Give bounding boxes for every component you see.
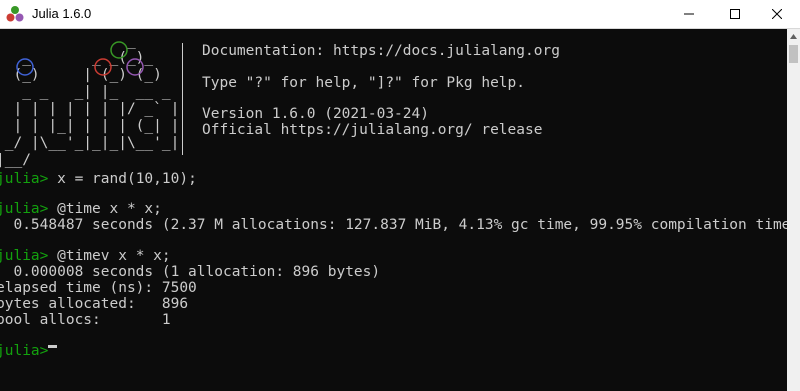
command-output: bytes allocated: 896 [0, 296, 189, 312]
julia-logo-icon [6, 6, 24, 22]
text-cursor [48, 345, 57, 348]
command-output: 0.000008 seconds (1 allocation: 896 byte… [0, 264, 381, 280]
repl-line: julia> @timev x * x; [0, 248, 171, 265]
command-output: elapsed time (ns): 7500 [0, 280, 197, 296]
logo-dots [16, 41, 144, 76]
logo-dot-green [110, 41, 128, 59]
repl-line: julia> [0, 343, 48, 360]
scroll-up-button[interactable] [787, 29, 800, 43]
command-output: pool allocs: 1 [0, 312, 171, 328]
window-titlebar: Julia 1.6.0 [0, 0, 800, 29]
help-line: Type "?" for help, "]?" for Pkg help. [202, 75, 526, 91]
maximize-icon [730, 9, 740, 19]
chevron-up-icon [790, 33, 797, 39]
scroll-thumb[interactable] [789, 45, 798, 63]
command-input: @timev x * x; [48, 248, 171, 264]
logo-art-line: | | | | | | |/ _` | [0, 101, 180, 117]
maximize-button[interactable] [712, 0, 758, 28]
release-line: Official https://julialang.org/ release [202, 122, 543, 138]
julia-prompt: julia> [0, 171, 49, 187]
command-output: 0.548487 seconds (2.37 M allocations: 12… [0, 217, 787, 233]
logo-dot-blue [16, 58, 34, 76]
documentation-line: Documentation: https://docs.julialang.or… [202, 43, 560, 59]
julia-prompt: julia> [0, 343, 49, 359]
command-input: x = rand(10,10); [48, 171, 197, 187]
terminal-console[interactable]: _ _ _ _(_)_ (_) | (_) (_) _ _ _| |_ __ _… [0, 29, 787, 391]
repl-line: julia> @time x * x; [0, 201, 162, 218]
logo-art-line: _/ |\__'_|_|_|\__'_| [0, 135, 180, 151]
command-input: @time x * x; [48, 201, 162, 217]
logo-dot-purple [126, 58, 144, 76]
close-icon [772, 9, 782, 19]
minimize-icon [684, 13, 694, 15]
close-button[interactable] [754, 0, 800, 28]
banner-divider [182, 43, 183, 155]
repl-line: julia> x = rand(10,10); [0, 171, 197, 188]
version-line: Version 1.6.0 (2021-03-24) [202, 106, 429, 122]
julia-prompt: julia> [0, 201, 49, 217]
minimize-button[interactable] [666, 0, 712, 28]
logo-art-line: | | |_| | | | (_| | [0, 118, 180, 134]
logo-dot-red [94, 58, 112, 76]
logo-art-line: |__/ [0, 152, 31, 168]
vertical-scrollbar[interactable] [787, 29, 800, 391]
julia-prompt: julia> [0, 248, 49, 264]
window-title: Julia 1.6.0 [32, 6, 92, 21]
